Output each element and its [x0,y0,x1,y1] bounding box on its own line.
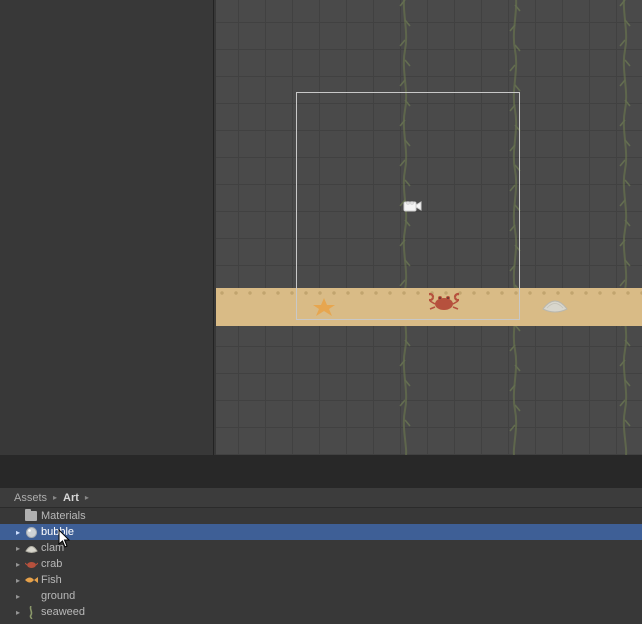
asset-label: Materials [41,510,86,522]
folder-icon [24,509,38,523]
clam-icon [24,541,38,555]
expand-arrow-icon[interactable]: ▸ [14,544,22,553]
expand-arrow-icon[interactable]: ▸ [14,560,22,569]
asset-row-materials[interactable]: Materials [0,508,642,524]
asset-label: clam [41,542,64,554]
asset-label: Fish [41,574,62,586]
expand-arrow-icon[interactable]: ▸ [14,576,22,585]
chevron-right-icon: ▸ [85,493,89,502]
sprite-seaweed[interactable] [508,0,522,465]
asset-label: seaweed [41,606,85,618]
asset-row-bubble[interactable]: ▸ bubble [0,524,642,540]
breadcrumb[interactable]: Assets ▸ Art ▸ [0,488,642,508]
expand-arrow-icon[interactable]: ▸ [14,608,22,617]
asset-label: crab [41,558,62,570]
scene-view[interactable] [216,0,642,455]
asset-label: ground [41,590,75,602]
sprite-clam[interactable] [541,295,569,313]
expand-arrow-icon[interactable]: ▸ [14,528,22,537]
sprite-seaweed[interactable] [398,0,412,465]
sprite-seaweed[interactable] [618,0,632,465]
asset-row-fish[interactable]: ▸ Fish [0,572,642,588]
panel-divider[interactable] [0,455,642,488]
camera-gizmo-icon[interactable] [402,199,422,213]
asset-row-crab[interactable]: ▸ crab [0,556,642,572]
bubble-icon [24,525,38,539]
seaweed-icon [24,605,38,619]
crab-icon [24,557,38,571]
expand-arrow-icon[interactable]: ▸ [14,592,22,601]
fish-icon [24,573,38,587]
asset-label: bubble [41,526,74,538]
asset-list[interactable]: Materials ▸ bubble ▸ clam ▸ crab ▸ Fish ▸ ground ▸ s… [0,508,642,620]
hierarchy-panel[interactable] [0,0,214,458]
asset-row-ground[interactable]: ▸ ground [0,588,642,604]
chevron-right-icon: ▸ [53,493,57,502]
breadcrumb-current[interactable]: Art [63,492,79,504]
sprite-crab[interactable] [429,291,459,313]
project-panel[interactable]: Assets ▸ Art ▸ Materials ▸ bubble ▸ clam ▸ cra… [0,488,642,624]
breadcrumb-root[interactable]: Assets [14,492,47,504]
scene-grid [216,0,642,455]
blank-icon [24,589,38,603]
asset-row-seaweed[interactable]: ▸ seaweed [0,604,642,620]
sprite-starfish[interactable] [311,296,337,316]
asset-row-clam[interactable]: ▸ clam [0,540,642,556]
